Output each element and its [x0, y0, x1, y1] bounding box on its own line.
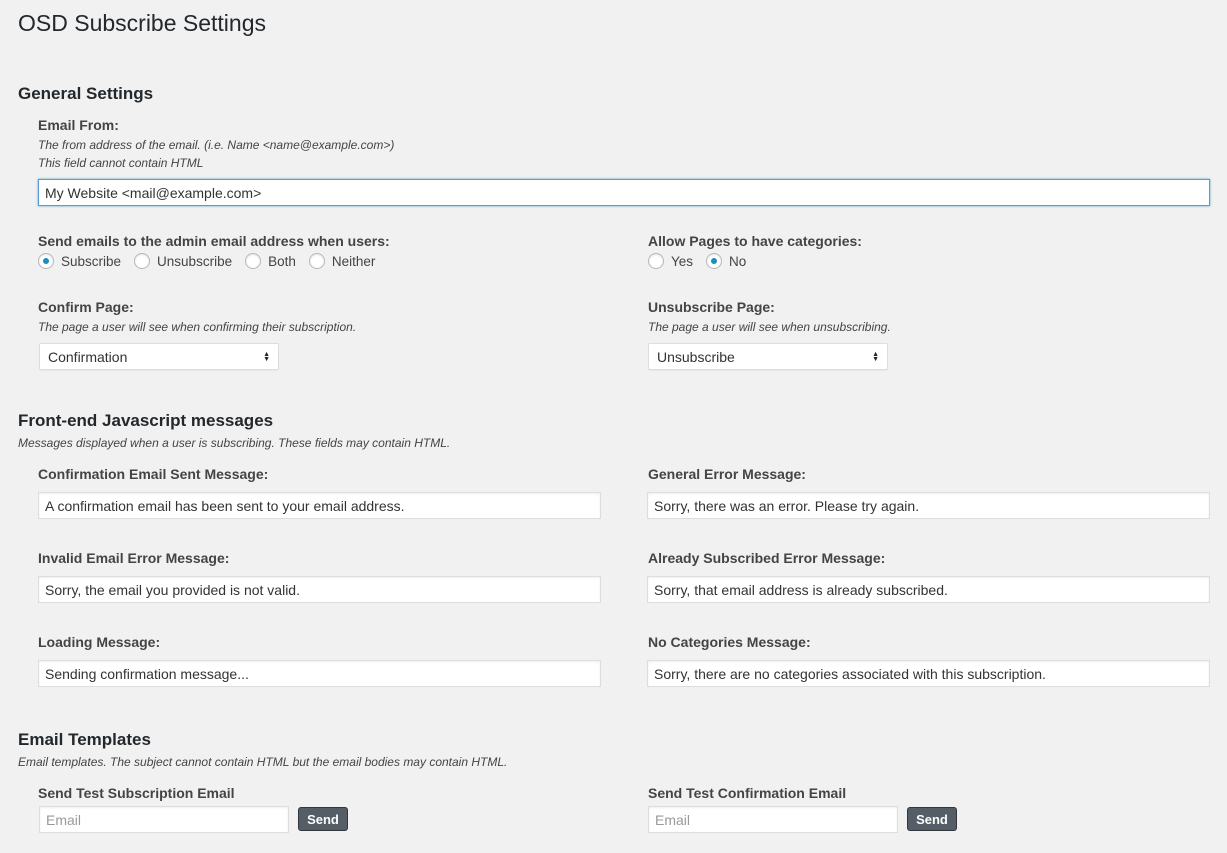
no-radio[interactable] — [706, 253, 723, 269]
invalid-email-input[interactable] — [38, 576, 601, 603]
page-title: OSD Subscribe Settings — [18, 10, 267, 36]
page-categories-option-yes[interactable]: Yes — [648, 253, 693, 269]
email-from-note: This field cannot contain HTML — [38, 156, 204, 170]
unsubscribe-page-selected-value: Unsubscribe — [657, 348, 735, 365]
general-error-input[interactable] — [647, 492, 1210, 519]
email-templates-heading: Email Templates — [18, 730, 151, 749]
frontend-messages-heading: Front-end Javascript messages — [18, 411, 274, 430]
test-confirmation-email-input[interactable] — [648, 806, 898, 833]
confirm-page-selected-value: Confirmation — [48, 348, 128, 365]
unsubscribe-radio-label: Unsubscribe — [157, 253, 233, 269]
test-confirmation-label: Send Test Confirmation Email — [648, 785, 847, 801]
neither-radio-label: Neither — [331, 253, 376, 269]
email-from-label: Email From: — [38, 117, 119, 133]
admin-notify-option-unsubscribe[interactable]: Unsubscribe — [134, 253, 232, 269]
invalid-email-label: Invalid Email Error Message: — [38, 550, 230, 566]
unsubscribe-radio[interactable] — [134, 253, 151, 269]
admin-notify-option-subscribe[interactable]: Subscribe — [38, 253, 121, 269]
confirm-page-label: Confirm Page: — [38, 299, 134, 315]
page-categories-label: Allow Pages to have categories: — [648, 233, 862, 249]
neither-radio[interactable] — [308, 253, 325, 269]
confirm-page-select[interactable]: Confirmation ▲ ▼ — [39, 343, 279, 370]
already-subscribed-label: Already Subscribed Error Message: — [648, 550, 886, 566]
no-categories-input[interactable] — [647, 660, 1210, 687]
already-subscribed-input[interactable] — [647, 576, 1210, 603]
subscribe-radio-label: Subscribe — [61, 253, 122, 269]
test-subscription-email-input[interactable] — [39, 806, 289, 833]
send-test-confirmation-button[interactable]: Send — [907, 807, 957, 831]
admin-notify-label: Send emails to the admin email address w… — [38, 233, 390, 249]
yes-radio-label: Yes — [671, 253, 694, 269]
confirmation-sent-input[interactable] — [38, 492, 601, 519]
yes-radio[interactable] — [648, 253, 664, 269]
both-radio[interactable] — [245, 253, 262, 269]
unsubscribe-page-select[interactable]: Unsubscribe ▲ ▼ — [648, 343, 888, 370]
email-templates-description: Email templates. The subject cannot cont… — [18, 755, 508, 769]
page-categories-radio-group: Yes No — [648, 253, 759, 269]
confirmation-sent-label: Confirmation Email Sent Message: — [38, 466, 269, 482]
admin-notify-option-neither[interactable]: Neither — [308, 253, 376, 269]
general-error-label: General Error Message: — [648, 466, 806, 482]
confirm-page-description: The page a user will see when confirming… — [38, 320, 357, 334]
send-test-subscription-button[interactable]: Send — [298, 807, 348, 831]
email-from-description: The from address of the email. (i.e. Nam… — [38, 138, 395, 152]
admin-notify-option-both[interactable]: Both — [245, 253, 296, 269]
loading-message-input[interactable] — [38, 660, 601, 687]
both-radio-label: Both — [268, 253, 296, 269]
test-subscription-label: Send Test Subscription Email — [38, 785, 235, 801]
frontend-messages-description: Messages displayed when a user is subscr… — [18, 436, 451, 450]
subscribe-radio[interactable] — [38, 253, 54, 269]
general-settings-heading: General Settings — [18, 84, 154, 103]
admin-notify-radio-group: Subscribe Unsubscribe Both Neither — [38, 253, 388, 269]
unsubscribe-page-label: Unsubscribe Page: — [648, 299, 775, 315]
select-arrows-icon: ▲ ▼ — [263, 350, 270, 363]
unsubscribe-page-description: The page a user will see when unsubscrib… — [648, 320, 891, 334]
select-arrows-icon: ▲ ▼ — [872, 350, 879, 363]
email-from-input[interactable] — [38, 179, 1210, 206]
no-radio-label: No — [729, 253, 747, 269]
loading-message-label: Loading Message: — [38, 634, 161, 650]
page-categories-option-no[interactable]: No — [706, 253, 746, 269]
no-categories-label: No Categories Message: — [648, 634, 811, 650]
